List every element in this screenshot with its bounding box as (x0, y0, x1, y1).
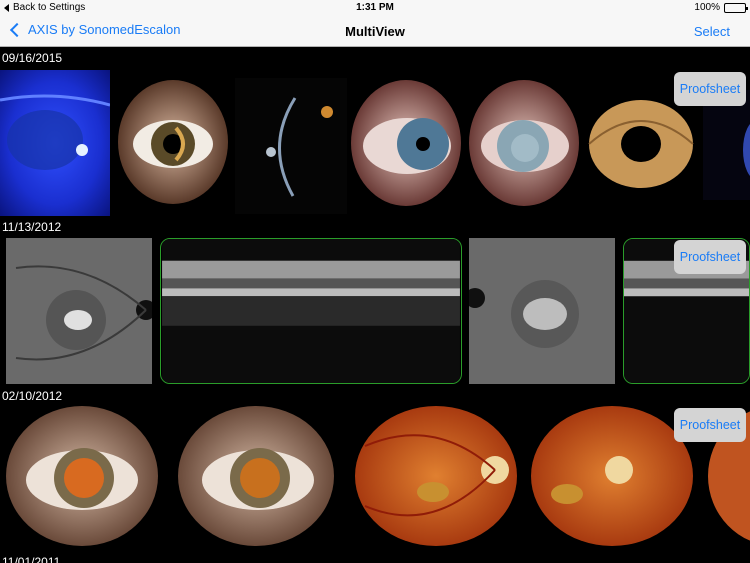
proofsheet-button[interactable]: Proofsheet (674, 408, 746, 442)
select-button[interactable]: Select (694, 24, 730, 39)
exam-section-2: 11/13/2012 Proofsheet (0, 216, 750, 386)
image-strip (0, 68, 750, 216)
status-time: 1:31 PM (356, 2, 394, 13)
exam-section-3: 02/10/2012 Proofsheet (0, 386, 750, 551)
image-thumbnail-partial[interactable] (703, 90, 750, 200)
exam-section-1: 09/16/2015 Proofsheet (0, 48, 750, 216)
exam-date: 02/10/2012 (2, 389, 63, 403)
image-thumbnail-fundus-autofluorescence[interactable] (6, 238, 152, 384)
image-strip (0, 406, 750, 551)
image-thumbnail-oct-scan[interactable] (160, 238, 462, 384)
exam-date: 11/13/2012 (2, 220, 62, 234)
exam-section-4: 11/01/2011 (0, 551, 750, 563)
image-thumbnail-eye-red-reflex-1[interactable] (6, 406, 166, 546)
proofsheet-button[interactable]: Proofsheet (674, 240, 746, 274)
image-thumbnail-slit-lamp[interactable] (235, 78, 347, 214)
exam-date: 11/01/2011 (2, 555, 61, 563)
battery-percent: 100% (694, 2, 720, 13)
image-thumbnail-eye-3[interactable] (469, 80, 579, 206)
image-thumbnail-fundus-autofluorescence-2[interactable] (469, 238, 615, 384)
battery-icon (724, 2, 748, 13)
page-title: MultiView (345, 24, 405, 39)
image-thumbnail-iris[interactable] (585, 98, 697, 190)
exam-date: 09/16/2015 (2, 51, 63, 65)
image-thumbnail-fundus-color-2[interactable] (531, 406, 693, 546)
image-thumbnail-eye-1[interactable] (118, 80, 228, 205)
image-thumbnail-eye-red-reflex-2[interactable] (178, 406, 338, 546)
navigation-bar: AXIS by SonomedEscalon MultiView Select (0, 16, 750, 47)
image-thumbnail-fluorescein[interactable] (0, 70, 110, 216)
battery-indicator: 100% (694, 2, 748, 13)
status-bar: Back to Settings 1:31 PM 100% (0, 0, 750, 16)
image-strip (0, 238, 750, 386)
image-thumbnail-eye-2[interactable] (351, 80, 461, 206)
proofsheet-button[interactable]: Proofsheet (674, 72, 746, 106)
image-thumbnail-fundus-color-1[interactable] (355, 406, 517, 546)
